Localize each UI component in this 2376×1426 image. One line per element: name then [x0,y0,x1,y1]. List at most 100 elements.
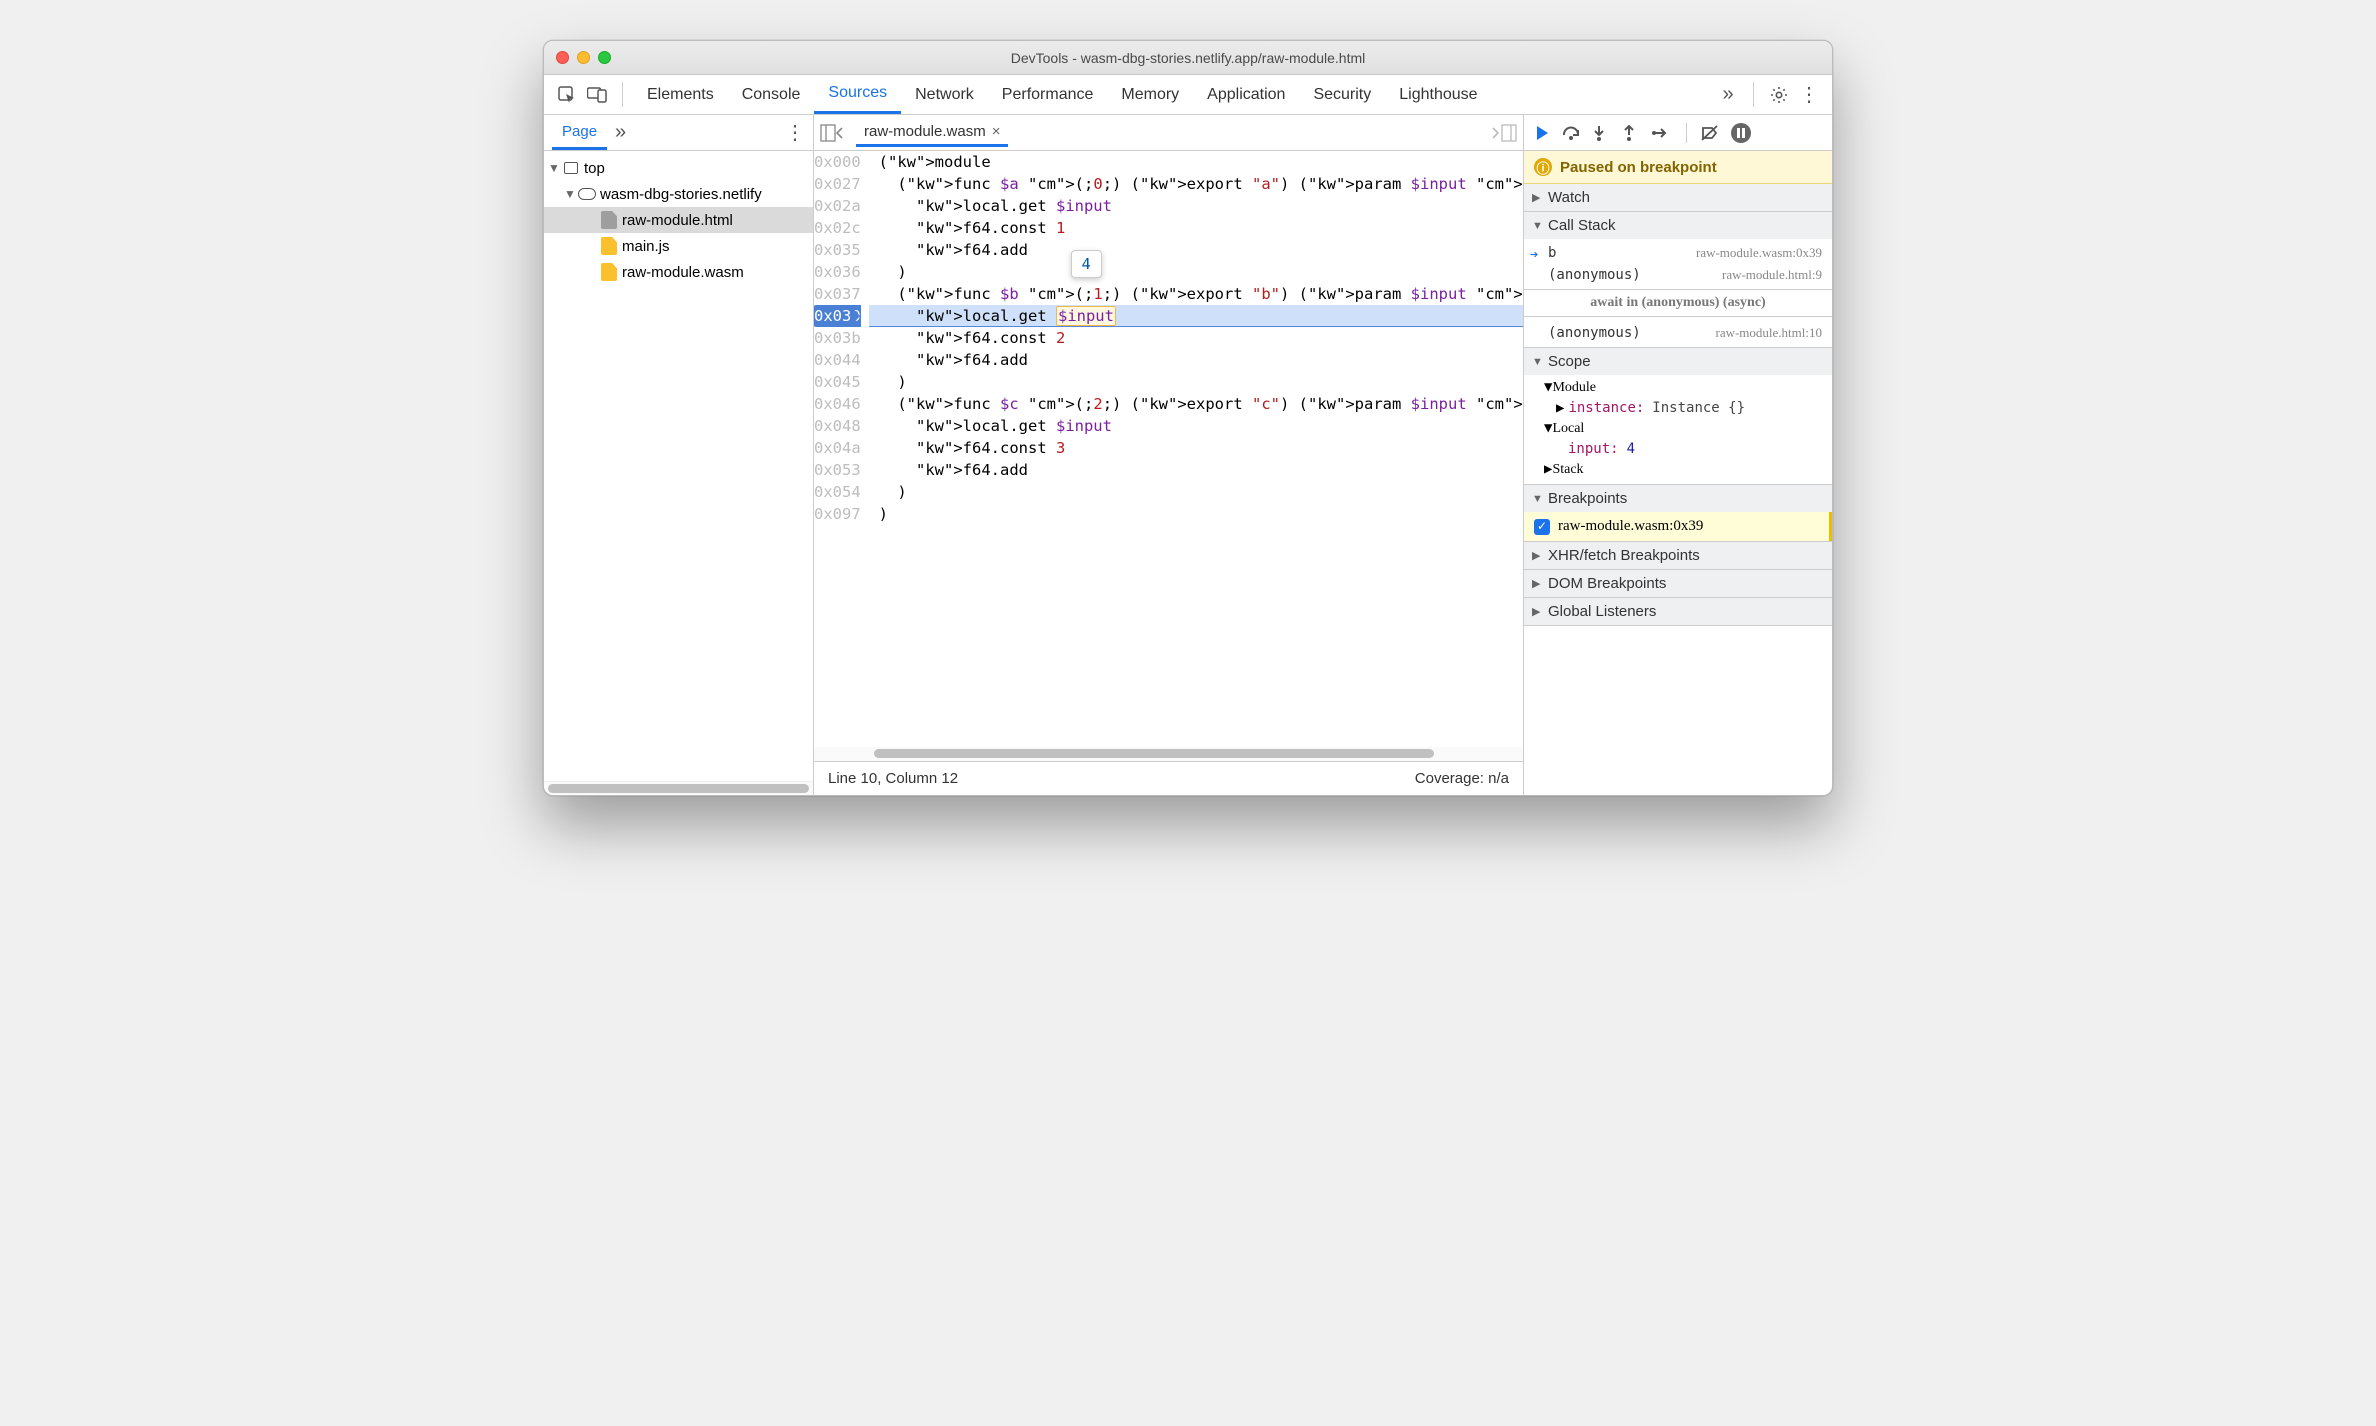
navigator-more-icon[interactable]: » [607,115,634,150]
tree-file-label: raw-module.html [622,212,733,229]
breakpoints-header-row[interactable]: ▼Breakpoints [1524,485,1832,512]
global-header: Global Listeners [1548,603,1656,620]
editor-nav-icons[interactable] [820,124,846,142]
editor-code[interactable]: 4 ("kw">module ("kw">func $a "cm">(;0;) … [869,151,1523,747]
scope-stack[interactable]: ▶Stack [1524,459,1832,480]
code-line[interactable]: "kw">f64.add [869,459,1523,481]
code-line[interactable]: "kw">local.get $input [869,305,1523,327]
main-body: Page » ⋮ ▼ top ▼ wasm-dbg-stories.netlif… [544,115,1832,795]
scope-header-row[interactable]: ▼Scope [1524,348,1832,375]
scope-header: Scope [1548,353,1591,370]
paused-banner: ⓘ Paused on breakpoint [1524,151,1832,184]
titlebar: DevTools - wasm-dbg-stories.netlify.app/… [544,41,1832,75]
callstack-frame[interactable]: ➔braw-module.wasm:0x39 [1524,241,1832,263]
editor-tab-label: raw-module.wasm [864,123,986,140]
step-icon[interactable] [1652,125,1672,141]
tab-lighthouse[interactable]: Lighthouse [1385,75,1491,114]
xhr-header: XHR/fetch Breakpoints [1548,547,1700,564]
code-line[interactable]: "kw">local.get $input [869,415,1523,437]
step-out-icon[interactable] [1622,125,1642,141]
scope-local-input[interactable]: input:4 [1524,439,1832,459]
callstack-header: Call Stack [1548,217,1616,234]
resume-icon[interactable] [1532,125,1552,141]
dom-header: DOM Breakpoints [1548,575,1666,592]
callstack-header-row[interactable]: ▼Call Stack [1524,212,1832,239]
code-line[interactable]: "kw">f64.add [869,239,1523,261]
tree-file-wasm[interactable]: raw-module.wasm [544,259,813,285]
paused-banner-text: Paused on breakpoint [1560,159,1717,176]
editor-tab-file[interactable]: raw-module.wasm × [856,119,1008,147]
source-editor[interactable]: 0x0000x0270x02a0x02c0x0350x0360x0370x039… [814,151,1523,747]
breakpoint-checkbox[interactable]: ✓ [1534,519,1550,535]
settings-icon[interactable] [1764,75,1794,114]
code-line[interactable]: ("kw">func $a "cm">(;0;) ("kw">export "a… [869,173,1523,195]
code-line[interactable]: ("kw">func $b "cm">(;1;) ("kw">export "b… [869,283,1523,305]
tree-top-label: top [584,160,605,177]
main-tabs: ElementsConsoleSourcesNetworkPerformance… [633,75,1713,114]
editor-toggle-sidebar-icon[interactable] [1491,124,1517,142]
tab-sources[interactable]: Sources [814,75,901,114]
tab-console[interactable]: Console [728,75,815,114]
debugger-toolbar [1524,115,1832,151]
editor-statusbar: Line 10, Column 12 Coverage: n/a [814,761,1523,795]
tree-file-html[interactable]: raw-module.html [544,207,813,233]
dom-breakpoints-section[interactable]: ▶DOM Breakpoints [1524,570,1832,598]
status-position: Line 10, Column 12 [828,770,958,787]
watch-section[interactable]: ▶Watch [1524,184,1832,212]
code-line[interactable]: "kw">f64.const 1 [869,217,1523,239]
navigator-scrollbar[interactable] [544,781,813,795]
main-toolbar: ElementsConsoleSourcesNetworkPerformance… [544,75,1832,115]
editor-gutter[interactable]: 0x0000x0270x02a0x02c0x0350x0360x0370x039… [814,151,869,747]
watch-header: Watch [1548,189,1590,206]
callstack-frame[interactable]: (anonymous)raw-module.html:10 [1524,321,1832,343]
breakpoints-section: ▼Breakpoints ✓ raw-module.wasm:0x39 [1524,485,1832,542]
xhr-breakpoints-section[interactable]: ▶XHR/fetch Breakpoints [1524,542,1832,570]
global-listeners-section[interactable]: ▶Global Listeners [1524,598,1832,626]
code-line[interactable]: ) [869,503,1523,525]
device-toggle-icon[interactable] [582,75,612,114]
tree-top[interactable]: ▼ top [544,155,813,181]
kebab-menu-icon[interactable]: ⋮ [1794,75,1824,114]
code-line[interactable]: ) [869,481,1523,503]
debugger-panel: ⓘ Paused on breakpoint ▶Watch ▼Call Stac… [1524,115,1832,795]
code-line[interactable]: "kw">local.get $input [869,195,1523,217]
tree-origin[interactable]: ▼ wasm-dbg-stories.netlify [544,181,813,207]
step-over-icon[interactable] [1562,125,1582,141]
info-icon: ⓘ [1534,158,1552,176]
tab-performance[interactable]: Performance [988,75,1108,114]
callstack-frame[interactable]: (anonymous)raw-module.html:9 [1524,263,1832,285]
more-tabs-icon[interactable]: » [1713,75,1743,114]
tab-elements[interactable]: Elements [633,75,728,114]
tab-network[interactable]: Network [901,75,988,114]
scope-module[interactable]: ▼Module [1524,377,1832,398]
tree-file-label: main.js [622,238,670,255]
tree-origin-label: wasm-dbg-stories.netlify [600,186,762,203]
editor-scrollbar[interactable] [814,747,1523,761]
code-line[interactable]: "kw">f64.const 3 [869,437,1523,459]
code-line[interactable]: ) [869,261,1523,283]
inspect-element-icon[interactable] [552,75,582,114]
tab-application[interactable]: Application [1193,75,1299,114]
tab-security[interactable]: Security [1299,75,1385,114]
breakpoint-row[interactable]: ✓ raw-module.wasm:0x39 [1524,512,1832,541]
code-line[interactable]: "kw">f64.const 2 [869,327,1523,349]
code-line[interactable]: ("kw">module [869,151,1523,173]
code-line[interactable]: "kw">f64.add [869,349,1523,371]
tree-file-js[interactable]: main.js [544,233,813,259]
code-line[interactable]: ) [869,371,1523,393]
tab-memory[interactable]: Memory [1107,75,1193,114]
close-tab-icon[interactable]: × [992,123,1001,140]
step-into-icon[interactable] [1592,125,1612,141]
code-line[interactable]: ("kw">func $c "cm">(;2;) ("kw">export "c… [869,393,1523,415]
deactivate-breakpoints-icon[interactable] [1701,125,1721,141]
pause-on-exceptions-icon[interactable] [1731,123,1751,143]
editor-tabs: raw-module.wasm × [814,115,1523,151]
devtools-window: DevTools - wasm-dbg-stories.netlify.app/… [543,40,1833,796]
navigator-kebab-icon[interactable]: ⋮ [785,115,813,150]
navigator-tabs: Page » ⋮ [544,115,813,151]
scope-module-instance[interactable]: ▶instance:Instance {} [1524,398,1832,418]
file-tree: ▼ top ▼ wasm-dbg-stories.netlify raw-mod… [544,151,813,781]
navigator-tab-page[interactable]: Page [552,115,607,150]
callstack-section: ▼Call Stack ➔braw-module.wasm:0x39(anony… [1524,212,1832,348]
scope-local[interactable]: ▼Local [1524,418,1832,439]
